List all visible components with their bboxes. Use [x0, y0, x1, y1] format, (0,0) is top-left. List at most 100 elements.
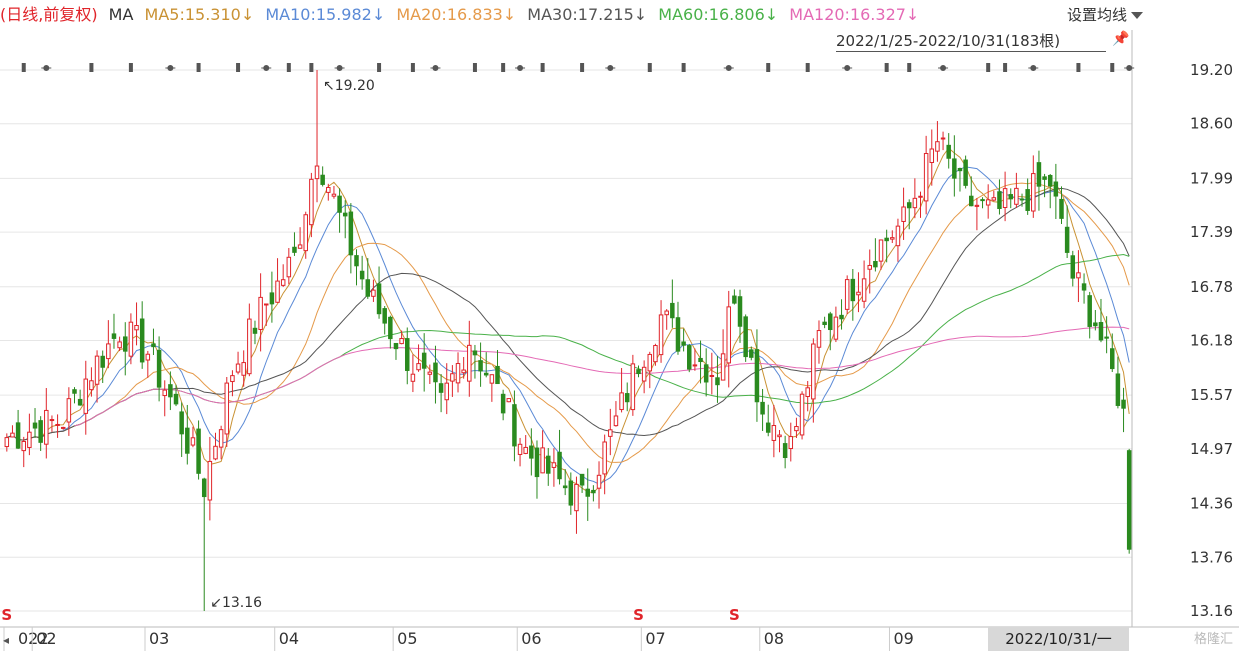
s-marker: S: [1, 606, 12, 624]
candle-body: [156, 349, 162, 388]
candle: [873, 238, 878, 272]
candle-body: [371, 289, 376, 297]
candle-body: [309, 178, 314, 226]
candle-body: [83, 378, 89, 414]
candle-body: [923, 153, 929, 202]
candle-body: [839, 314, 844, 320]
event-marker: [21, 63, 26, 72]
candle: [523, 435, 528, 455]
candle-body: [495, 365, 500, 385]
candle: [156, 336, 162, 402]
candle: [546, 448, 551, 486]
candle-body: [444, 382, 449, 401]
candle-body: [1019, 198, 1025, 201]
candle: [591, 485, 596, 502]
candle-body: [952, 158, 957, 179]
candle: [1121, 387, 1126, 433]
event-bar: [986, 63, 991, 72]
candle-body: [292, 246, 297, 253]
candle: [280, 264, 286, 287]
candle-body: [280, 279, 286, 286]
candle: [957, 167, 963, 192]
candle: [196, 420, 201, 480]
candle-body: [1031, 173, 1036, 212]
candle-body: [89, 380, 94, 391]
candle: [596, 461, 602, 509]
candle-body: [822, 321, 827, 326]
ma20-line: [6, 182, 1130, 463]
candle-body: [258, 296, 263, 330]
ma30-value: MA30:17.215↓: [527, 5, 648, 24]
candle: [997, 179, 1002, 215]
candle: [574, 476, 579, 534]
candle-body: [1098, 322, 1104, 341]
candle: [106, 320, 111, 369]
event-marker: [236, 63, 241, 72]
event-bar: [196, 63, 201, 72]
candlestick-chart[interactable]: 19.20 18.60 17.99 17.39 16.78 16.18 15.57 14.97…: [0, 0, 1239, 651]
candle: [49, 415, 55, 432]
candle-body: [901, 206, 906, 222]
event-marker: [1003, 63, 1008, 72]
candle-body: [873, 261, 878, 268]
candle: [782, 435, 788, 469]
candle-body: [10, 432, 15, 438]
candle-body: [94, 355, 100, 385]
candle-body: [1070, 255, 1076, 279]
event-marker: [128, 63, 133, 72]
candle-body: [134, 325, 139, 331]
candle-body: [782, 443, 788, 459]
candle: [963, 155, 968, 189]
candle-body: [658, 314, 664, 356]
chart-canvas[interactable]: 19.20 18.60 17.99 17.39 16.78 16.18 15.57 14.97…: [0, 0, 1239, 651]
date-range-label[interactable]: 2022/1/25-2022/10/31(183根): [836, 30, 1060, 51]
candle-body: [275, 280, 280, 303]
candle: [636, 365, 641, 378]
candle-body: [557, 451, 562, 480]
x-tick-label: 06: [521, 629, 541, 648]
event-bar: [21, 63, 26, 72]
candle: [331, 185, 337, 199]
event-marker: [884, 63, 889, 72]
event-marker: [196, 63, 201, 72]
candle-body: [726, 306, 731, 364]
pin-icon[interactable]: 📌: [1112, 31, 1129, 47]
candle: [60, 426, 66, 430]
candle-body: [856, 291, 861, 296]
candle: [811, 338, 816, 423]
candle-body: [918, 195, 923, 198]
candle-body: [540, 447, 545, 474]
candle: [371, 279, 376, 302]
ma5-line: [6, 147, 1130, 494]
candle-body: [1076, 272, 1081, 279]
candle-body: [1064, 226, 1070, 253]
candle-body: [512, 404, 517, 447]
candle: [213, 432, 218, 461]
candle: [500, 389, 506, 421]
candle-body: [1121, 399, 1126, 409]
candle: [247, 303, 252, 377]
candle-body: [811, 343, 816, 400]
candle-body: [765, 422, 771, 433]
candle-body: [630, 363, 636, 411]
candle-body: [1053, 181, 1059, 197]
candle-body: [123, 336, 128, 352]
event-bar: [128, 63, 133, 72]
candle-body: [179, 411, 184, 435]
candle-body: [359, 270, 365, 280]
candle: [1008, 188, 1013, 209]
candle-body: [1126, 450, 1132, 550]
s-markers: SSS: [1, 606, 739, 624]
chevron-down-icon[interactable]: [1131, 12, 1143, 19]
ma-settings-button[interactable]: 设置均线: [1067, 4, 1127, 25]
candle: [1064, 205, 1070, 259]
candle: [1053, 163, 1059, 220]
candle: [410, 354, 416, 393]
ma-lines: [6, 147, 1130, 494]
candle: [111, 313, 117, 349]
candle: [687, 343, 692, 373]
y-tick-label: 13.76: [1190, 548, 1233, 566]
candle: [608, 408, 613, 456]
event-bar: [907, 63, 912, 72]
candle-body: [517, 443, 523, 455]
